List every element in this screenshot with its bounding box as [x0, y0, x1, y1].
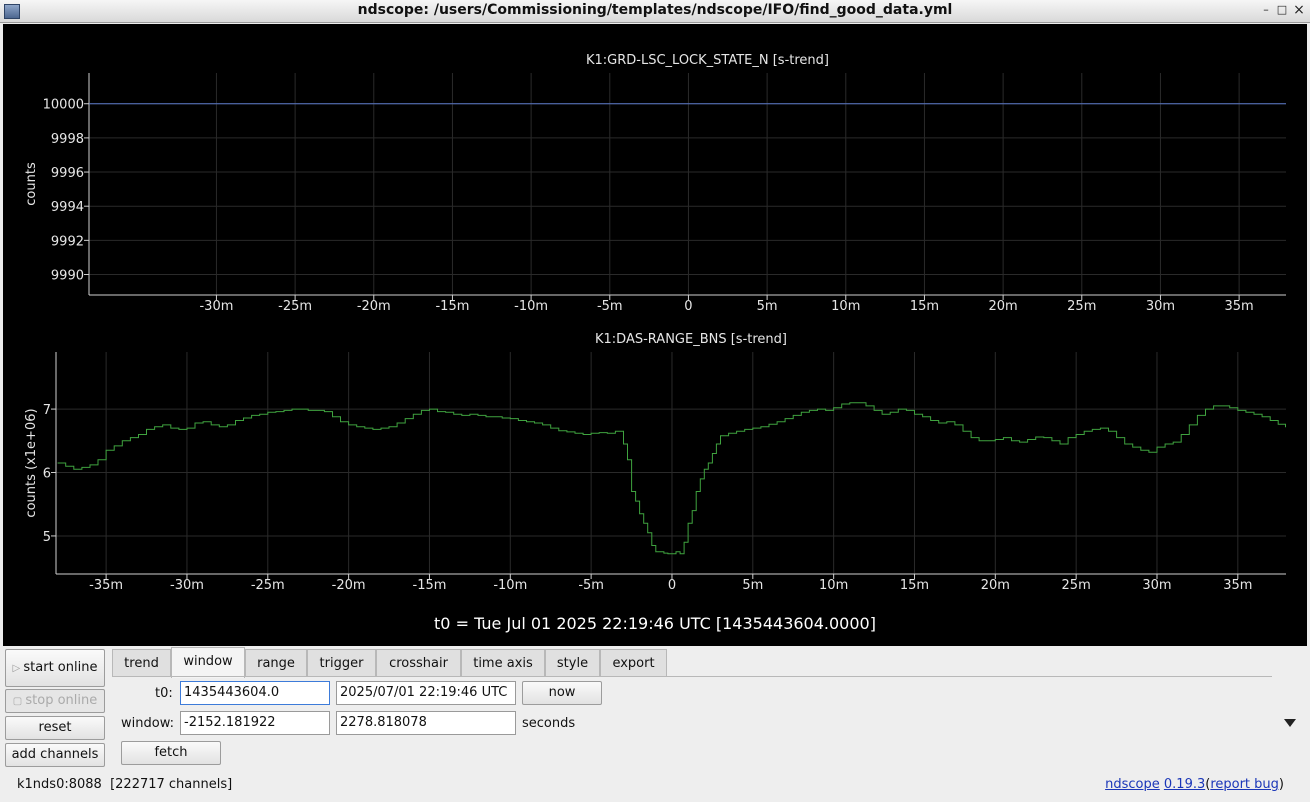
x-tick-label: -35m [89, 578, 123, 593]
x-tick-label: 10m [819, 578, 848, 593]
reset-button[interactable]: reset [5, 716, 105, 740]
y-tick-label: 5 [43, 530, 51, 545]
plot-title: K1:GRD-LSC_LOCK_STATE_N [s-trend] [586, 53, 829, 68]
status-version: ndscope 0.19.3(report bug) [1105, 777, 1284, 792]
x-tick-label: -10m [514, 299, 548, 314]
t0-gps-input[interactable]: 1435443604.0 [180, 681, 330, 705]
server-address: k1nds0:8088 [17, 777, 102, 792]
t0-utc-input[interactable]: 2025/07/01 22:19:46 UTC [336, 681, 516, 705]
x-tick-label: 30m [1146, 299, 1175, 314]
plot-title: K1:DAS-RANGE_BNS [s-trend] [595, 332, 787, 347]
x-tick-label: -30m [199, 299, 233, 314]
add-channels-button[interactable]: add channels [5, 743, 105, 767]
close-icon[interactable]: × [1292, 3, 1306, 17]
y-axis-label: counts (x1e+06) [24, 408, 39, 517]
window-title: ndscope: /users/Commissioning/templates/… [357, 2, 953, 18]
tab-window[interactable]: window [171, 647, 245, 678]
x-tick-label: 10m [831, 299, 860, 314]
y-tick-label: 10000 [43, 98, 84, 113]
x-tick-label: -30m [170, 578, 204, 593]
x-tick-label: -15m [435, 299, 469, 314]
t0-label: t0: [155, 686, 173, 701]
t0-readout: t0 = Tue Jul 01 2025 22:19:46 UTC [14354… [434, 614, 876, 633]
x-tick-label: -10m [493, 578, 527, 593]
fetch-button[interactable]: fetch [121, 741, 221, 765]
y-tick-label: 9994 [51, 200, 84, 215]
plot-area[interactable]: K1:GRD-LSC_LOCK_STATE_N [s-trend] counts -… [3, 24, 1307, 646]
plots-svg[interactable]: K1:GRD-LSC_LOCK_STATE_N [s-trend] counts -… [3, 24, 1307, 646]
y-tick-label: 9998 [51, 132, 84, 147]
x-tick-label: -25m [251, 578, 285, 593]
x-tick-label: 25m [1062, 578, 1091, 593]
y-tick-label: 9996 [51, 166, 84, 181]
report-bug-link[interactable]: report bug [1210, 777, 1279, 792]
x-tick-label: 0 [668, 578, 676, 593]
window-start-input[interactable]: -2152.181922 [180, 711, 330, 735]
x-tick-label: 35m [1225, 299, 1254, 314]
x-tick-label: 20m [981, 578, 1010, 593]
tab-export[interactable]: export [600, 649, 667, 677]
stop-online-button[interactable]: ▢ stop online [5, 689, 105, 713]
x-tick-label: -5m [578, 578, 604, 593]
ndscope-link[interactable]: ndscope [1105, 777, 1160, 792]
tab-trigger[interactable]: trigger [307, 649, 376, 677]
tab-time-axis[interactable]: time axis [461, 649, 545, 677]
window-end-input[interactable]: 2278.818078 [336, 711, 516, 735]
x-tick-label: -25m [278, 299, 312, 314]
status-server: k1nds0:8088 [222717 channels] [17, 777, 232, 792]
y-tick-label: 6 [43, 467, 51, 482]
maximize-icon[interactable]: □ [1275, 3, 1289, 17]
tab-style[interactable]: style [545, 649, 600, 677]
tab-trend[interactable]: trend [112, 649, 171, 677]
window-label: window: [121, 716, 174, 731]
x-tick-label: -5m [597, 299, 623, 314]
title-bar: ndscope: /users/Commissioning/templates/… [0, 0, 1310, 23]
close-paren: ) [1278, 777, 1284, 792]
x-tick-label: 15m [900, 578, 929, 593]
x-tick-label: -15m [413, 578, 447, 593]
x-tick-label: 0 [684, 299, 692, 314]
y-axis-label: counts [24, 162, 39, 206]
x-tick-label: -20m [332, 578, 366, 593]
channel-count: [222717 channels] [110, 777, 233, 792]
minimize-icon[interactable]: – [1259, 3, 1273, 17]
start-online-button[interactable]: ▷ start online [5, 649, 105, 687]
seconds-label: seconds [522, 716, 576, 731]
now-button[interactable]: now [522, 681, 602, 705]
stop-icon: ▢ [12, 696, 26, 707]
x-tick-label: 25m [1067, 299, 1096, 314]
x-tick-label: 5m [742, 578, 763, 593]
expand-arrow-icon[interactable] [1284, 719, 1296, 727]
x-tick-label: 15m [910, 299, 939, 314]
x-tick-label: 20m [989, 299, 1018, 314]
tab-crosshair[interactable]: crosshair [376, 649, 461, 677]
x-tick-label: 5m [757, 299, 778, 314]
y-tick-label: 7 [43, 403, 51, 418]
x-tick-label: 30m [1142, 578, 1171, 593]
tab-range[interactable]: range [245, 649, 307, 677]
x-tick-label: -20m [357, 299, 391, 314]
y-tick-label: 9992 [51, 234, 84, 249]
version-link[interactable]: 0.19.3 [1164, 777, 1205, 792]
y-tick-label: 9990 [51, 269, 84, 284]
tab-divider [112, 676, 1272, 677]
play-icon: ▷ [12, 663, 24, 674]
x-tick-label: 35m [1223, 578, 1252, 593]
